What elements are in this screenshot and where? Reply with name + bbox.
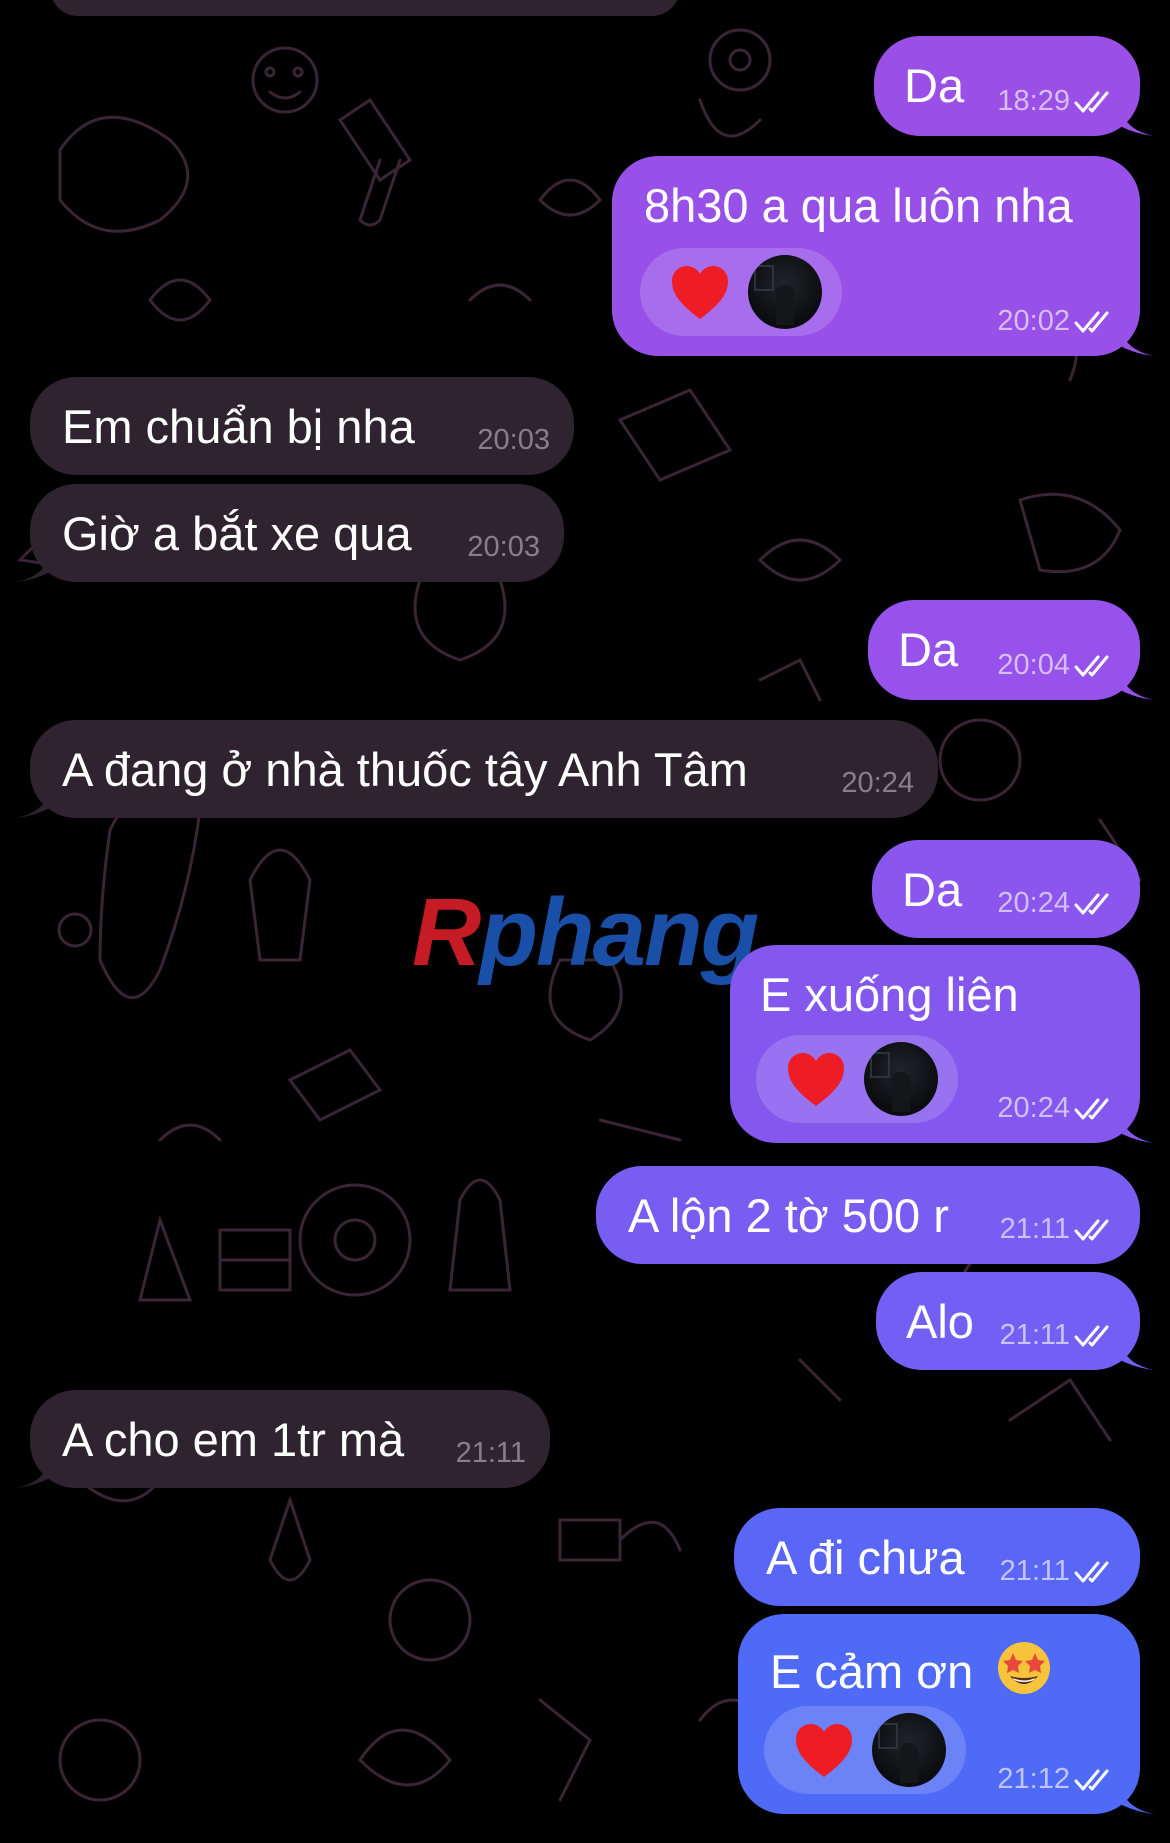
message-bubble-incoming[interactable]: A đang ở nhà thuốc tây Anh Tâm 20:24 bbox=[16, 720, 938, 818]
message-text: Da bbox=[898, 623, 959, 676]
bubble-tail bbox=[16, 1458, 50, 1488]
message-bubble-outgoing[interactable]: 8h30 a qua luôn nha 20:02 bbox=[612, 156, 1154, 356]
message-time: 21:11 bbox=[999, 1319, 1070, 1351]
message-text: Em chuẩn bị nha bbox=[62, 400, 415, 453]
message-text: E xuống liên bbox=[760, 968, 1019, 1021]
double-check-icon bbox=[1074, 1325, 1109, 1346]
message-meta: 20:03 bbox=[467, 533, 540, 562]
double-check-icon bbox=[1074, 1098, 1109, 1119]
message-text: A lộn 2 tờ 500 r bbox=[628, 1189, 949, 1242]
heart-icon bbox=[796, 1724, 852, 1777]
message-meta: 20:04 bbox=[997, 651, 1116, 680]
message-bubble-outgoing[interactable]: A đi chưa 21:11 bbox=[734, 1508, 1140, 1606]
message-meta: 18:29 bbox=[997, 87, 1116, 116]
message-text: E cảm ơn bbox=[770, 1645, 974, 1698]
bubble-tail bbox=[1120, 1784, 1154, 1814]
message-bubble-incoming[interactable]: Em chuẩn bị nha 20:03 bbox=[30, 377, 574, 475]
avatar bbox=[864, 1042, 938, 1116]
message-text-row: E cảm ơn bbox=[770, 1640, 1052, 1696]
message-text: Alo bbox=[906, 1295, 974, 1348]
message-bubble-outgoing[interactable]: Da 18:29 bbox=[874, 36, 1154, 136]
message-bubble-outgoing[interactable]: Alo 21:11 bbox=[876, 1272, 1154, 1370]
message-time: 21:12 bbox=[997, 1763, 1070, 1795]
double-check-icon bbox=[1074, 893, 1109, 914]
avatar bbox=[872, 1713, 946, 1787]
message-bubble-incoming[interactable]: Giờ a bắt xe qua 20:03 bbox=[16, 484, 564, 582]
double-check-icon bbox=[1074, 1219, 1109, 1240]
bubble-tail bbox=[16, 788, 50, 818]
message-time: 20:24 bbox=[997, 887, 1070, 919]
message-bubble-outgoing[interactable]: Da 20:04 bbox=[868, 600, 1154, 700]
message-meta: 20:03 bbox=[477, 426, 550, 455]
star-struck-emoji bbox=[998, 1642, 1051, 1694]
message-time: 20:03 bbox=[467, 531, 540, 563]
avatar bbox=[748, 255, 822, 329]
bubble-tail bbox=[1120, 326, 1154, 356]
message-bubble-outgoing[interactable]: E xuống liên 20:24 bbox=[730, 945, 1154, 1143]
bubble-tail bbox=[1120, 1340, 1154, 1370]
message-meta: 21:11 bbox=[1000, 1215, 1116, 1244]
message-reaction[interactable] bbox=[756, 1035, 958, 1123]
message-text: A cho em 1tr mà bbox=[62, 1413, 405, 1466]
bubble-tail bbox=[1120, 670, 1154, 700]
message-text: A đi chưa bbox=[766, 1531, 965, 1584]
message-time: 18:29 bbox=[997, 85, 1070, 117]
message-text: 8h30 a qua luôn nha bbox=[644, 179, 1073, 232]
message-time: 21:11 bbox=[999, 1213, 1070, 1245]
message-bubble-outgoing[interactable]: Da 20:24 bbox=[872, 840, 1140, 938]
message-time: 20:24 bbox=[841, 767, 914, 799]
message-meta: 20:24 bbox=[997, 889, 1116, 918]
bubble-tail bbox=[1120, 106, 1154, 136]
message-text: A đang ở nhà thuốc tây Anh Tâm bbox=[62, 743, 748, 796]
message-meta: 21:11 bbox=[1000, 1557, 1116, 1586]
bubble-tail bbox=[16, 552, 50, 582]
double-check-icon bbox=[1074, 1769, 1109, 1790]
message-meta: 21:12 bbox=[997, 1765, 1116, 1794]
previous-message-edge bbox=[50, 0, 680, 16]
heart-icon bbox=[788, 1053, 844, 1106]
message-meta: 21:11 bbox=[1000, 1321, 1116, 1350]
message-text: Da bbox=[904, 59, 965, 112]
message-time: 20:04 bbox=[997, 649, 1070, 681]
message-bubble-outgoing[interactable]: E cảm ơn 21:12 bbox=[738, 1614, 1154, 1814]
double-check-icon bbox=[1074, 655, 1109, 676]
message-meta: 20:24 bbox=[997, 1094, 1116, 1123]
bubble-tail bbox=[1120, 1113, 1154, 1143]
double-check-icon bbox=[1074, 311, 1109, 332]
message-bubble-incoming[interactable]: A cho em 1tr mà 21:11 bbox=[16, 1390, 550, 1488]
message-reaction[interactable] bbox=[640, 248, 842, 336]
double-check-icon bbox=[1074, 91, 1109, 112]
message-meta: 20:24 bbox=[841, 769, 914, 798]
message-time: 20:24 bbox=[997, 1092, 1070, 1124]
message-bubble-outgoing[interactable]: A lộn 2 tờ 500 r 21:11 bbox=[596, 1166, 1140, 1264]
watermark-logo: Rphang bbox=[412, 879, 759, 986]
heart-icon bbox=[672, 266, 728, 319]
message-time: 21:11 bbox=[455, 1437, 526, 1469]
message-text: Giờ a bắt xe qua bbox=[62, 507, 412, 560]
message-reaction[interactable] bbox=[764, 1706, 966, 1794]
message-time: 20:03 bbox=[477, 424, 550, 456]
double-check-icon bbox=[1074, 1561, 1109, 1582]
message-meta: 21:11 bbox=[456, 1439, 526, 1468]
message-meta: 20:02 bbox=[997, 307, 1116, 336]
message-time: 20:02 bbox=[997, 305, 1070, 337]
message-time: 21:11 bbox=[999, 1555, 1070, 1587]
message-text: Da bbox=[902, 863, 963, 916]
